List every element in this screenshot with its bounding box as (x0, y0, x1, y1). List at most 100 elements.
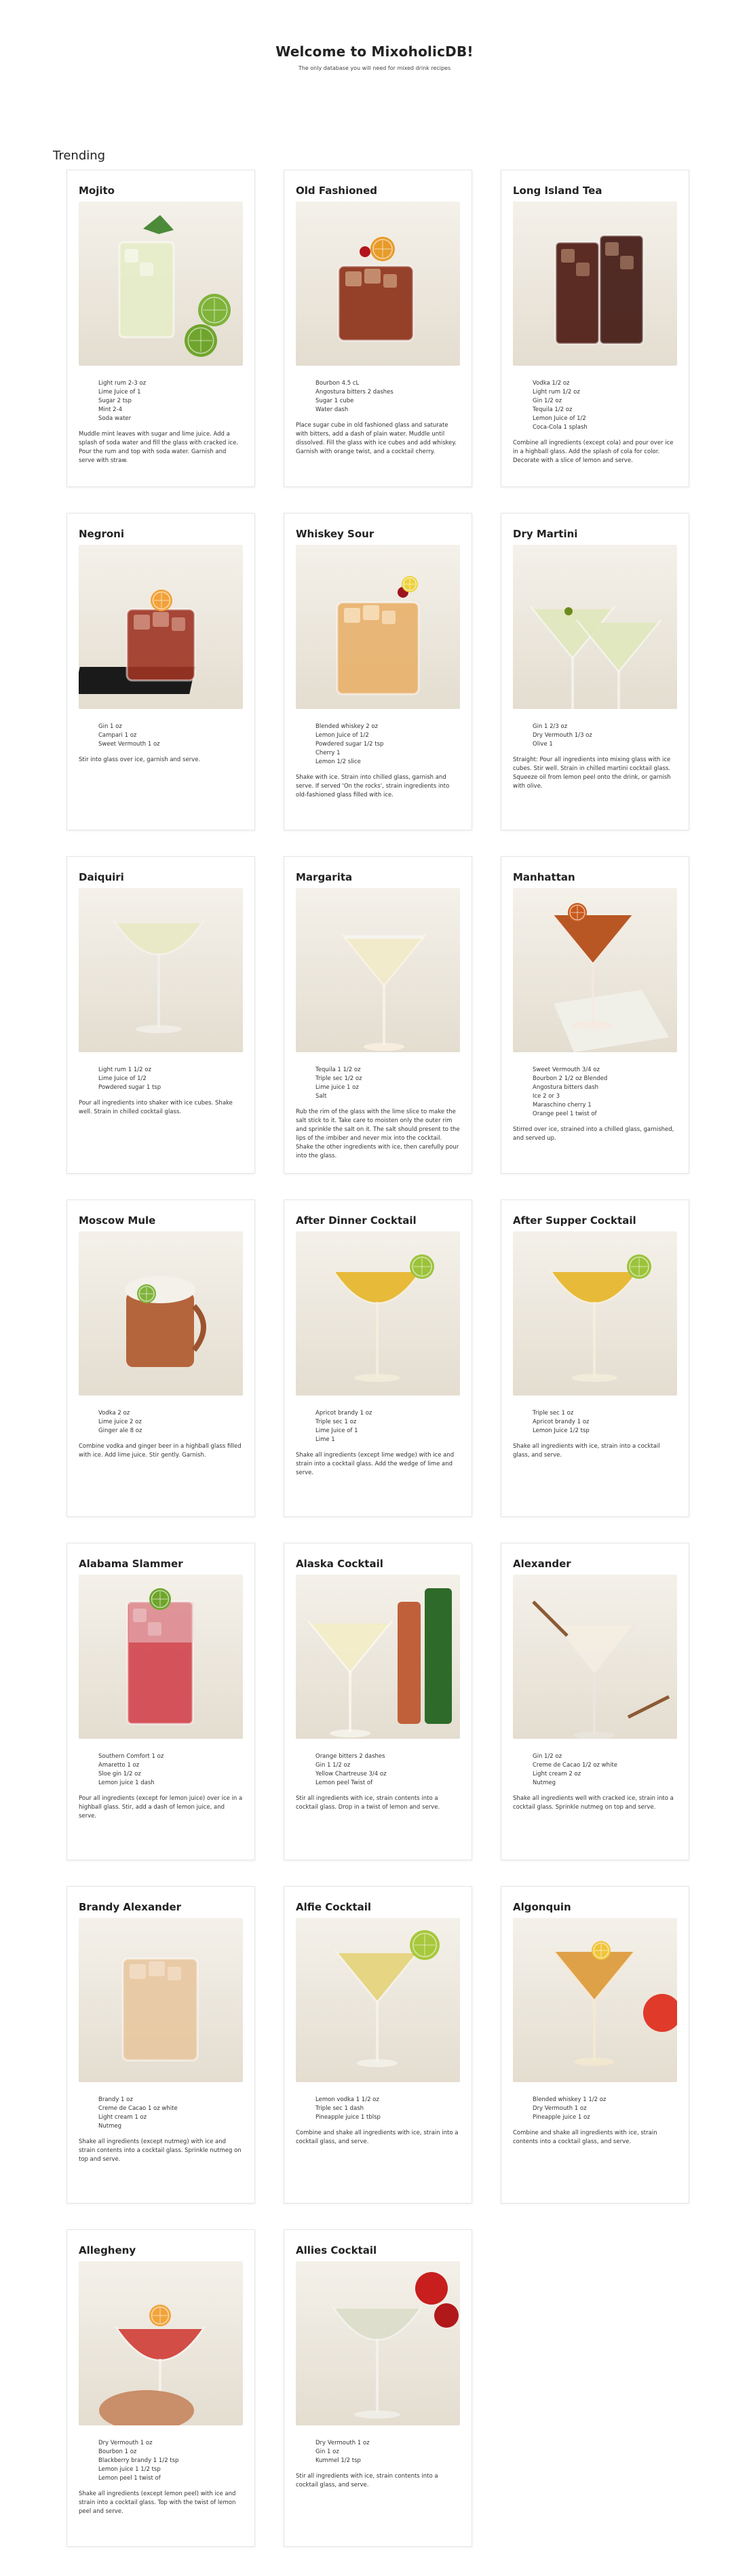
drink-photo[interactable] (296, 1231, 460, 1396)
drink-card[interactable]: Algonquin Blended whiskey 1 1/2 oz Dry Ve… (501, 1886, 689, 2204)
drink-name[interactable]: Alexander (513, 1558, 571, 1570)
ingredient-item: Sloe gin 1/2 oz (98, 1771, 141, 1777)
drink-photo[interactable] (79, 1918, 243, 2082)
ingredient-list: Blended whiskey 1 1/2 oz Dry Vermouth 1 o… (533, 2096, 606, 2122)
drink-name[interactable]: Allegheny (79, 2244, 136, 2256)
drink-photo[interactable] (513, 545, 677, 709)
ingredient-item: Gin 1/2 oz (533, 1753, 562, 1760)
drink-card[interactable]: Manhattan Sweet Vermouth 3/4 oz Bourbon 2… (501, 856, 689, 1174)
ingredient-item: Ice 2 or 3 (533, 1093, 560, 1100)
drink-name[interactable]: Whiskey Sour (296, 528, 374, 540)
ingredient-item: Powdered sugar 1/2 tsp (315, 741, 384, 748)
drink-name[interactable]: Manhattan (513, 871, 575, 883)
ingredient-item: Lemon vodka 1 1/2 oz (315, 2096, 379, 2103)
drink-name[interactable]: Mojito (79, 185, 115, 197)
ingredient-list: Gin 1 2/3 oz Dry Vermouth 1/3 oz Olive 1 (533, 723, 592, 749)
ingredient-item: Nutmeg (98, 2123, 121, 2130)
drink-photo[interactable] (79, 888, 243, 1052)
drink-photo[interactable] (296, 545, 460, 709)
drink-photo[interactable] (513, 1231, 677, 1396)
drink-card[interactable]: Alfie Cocktail Lemon vodka 1 1/2 oz Tripl… (284, 1886, 472, 2204)
drink-photo[interactable] (79, 1231, 243, 1396)
drink-instructions: Shake with ice. Strain into chilled glas… (296, 774, 450, 799)
drink-name[interactable]: Daiquiri (79, 871, 124, 883)
ingredient-item: Amaretto 1 oz (98, 1762, 140, 1769)
ingredient-item: Bourbon 1 oz (98, 2448, 137, 2455)
drink-name[interactable]: Alaska Cocktail (296, 1558, 383, 1570)
drink-name[interactable]: Old Fashioned (296, 185, 377, 197)
ingredient-list: Blended whiskey 2 oz Lemon Juice of 1/2 Po… (315, 723, 383, 767)
drink-card[interactable]: Alabama Slammer Southern Comfort 1 oz Ama… (66, 1543, 255, 1860)
ingredient-item: Dry Vermouth 1 oz (315, 2440, 370, 2446)
drink-photo[interactable] (296, 1575, 460, 1739)
ingredient-item: Light rum 2-3 oz (98, 380, 147, 387)
ingredient-list: Triple sec 1 oz Apricot brandy 1 oz Lemon … (533, 1409, 590, 1436)
drink-card[interactable]: Allegheny Dry Vermouth 1 oz Bourbon 1 oz B… (66, 2229, 255, 2547)
ingredient-item: Vodka 2 oz (98, 1410, 130, 1417)
drink-card[interactable]: Mojito Light rum 2-3 oz Lime Juice of 1 Su… (66, 170, 255, 487)
ingredient-list: Dry Vermouth 1 oz Bourbon 1 oz Blackberry … (98, 2439, 178, 2483)
drink-card[interactable]: After Dinner Cocktail Apricot brandy 1 o… (284, 1199, 472, 1517)
ingredient-item: Soda water (98, 415, 132, 422)
drink-name[interactable]: Moscow Mule (79, 1214, 155, 1227)
ingredient-item: Light cream 1 oz (98, 2114, 147, 2121)
drink-card[interactable]: Alaska Cocktail Orange bitters 2 dashes G… (284, 1543, 472, 1860)
ingredient-item: Yellow Chartreuse 3/4 oz (315, 1771, 387, 1777)
drink-name[interactable]: Brandy Alexander (79, 1901, 181, 1913)
drink-photo[interactable] (296, 201, 460, 366)
drink-name[interactable]: Dry Martini (513, 528, 577, 540)
drink-name[interactable]: Alfie Cocktail (296, 1901, 371, 1913)
drink-card[interactable]: Moscow Mule Vodka 2 oz Lime juice 2 oz Gin… (66, 1199, 255, 1517)
drink-name[interactable]: Negroni (79, 528, 124, 540)
ingredient-item: Lemon Juice 1/2 tsp (533, 1427, 590, 1434)
drink-card[interactable]: After Supper Cocktail Triple sec 1 oz Apr… (501, 1199, 689, 1517)
drink-photo[interactable] (79, 1575, 243, 1739)
drink-photo[interactable] (296, 2261, 460, 2425)
drink-photo[interactable] (513, 888, 677, 1052)
ingredient-item: Lime Juice of 1 (315, 1427, 358, 1434)
drink-photo[interactable] (513, 201, 677, 366)
drink-photo[interactable] (513, 1575, 677, 1739)
drink-card[interactable]: Negroni Gin 1 oz Campari 1 oz Sweet Vermou… (66, 513, 255, 830)
drink-card[interactable]: Alexander Gin 1/2 oz Creme de Cacao 1/2 o… (501, 1543, 689, 1860)
drink-card[interactable]: Whiskey Sour Blended whiskey 2 oz Lemon J… (284, 513, 472, 830)
drink-photo[interactable] (296, 888, 460, 1052)
ingredient-list: Apricot brandy 1 oz Triple sec 1 oz Lime J… (315, 1409, 372, 1444)
drink-name[interactable]: Long Island Tea (513, 185, 602, 197)
ingredient-item: Sugar 1 cube (315, 398, 354, 404)
drink-photo[interactable] (79, 545, 243, 709)
ingredient-item: Powdered sugar 1 tsp (98, 1084, 161, 1091)
site-title: Welcome to MixoholicDB! (275, 43, 474, 60)
drink-instructions: Pour all ingredients (except for lemon j… (79, 1795, 243, 1820)
ingredient-item: Tequila 1/2 oz (533, 406, 573, 413)
ingredient-item: Lime juice 2 oz (98, 1419, 142, 1425)
ingredient-list: Orange bitters 2 dashes Gin 1 1/2 oz Yello… (315, 1752, 387, 1788)
ingredient-item: Apricot brandy 1 oz (315, 1410, 372, 1417)
ingredient-item: Cherry 1 (315, 750, 341, 756)
drink-card[interactable]: Old Fashioned Bourbon 4.5 cL Angostura bi… (284, 170, 472, 487)
drink-instructions: Shake all ingredients well with cracked … (513, 1795, 674, 1811)
drink-name[interactable]: Allies Cocktail (296, 2244, 377, 2256)
drink-card[interactable]: Margarita Tequila 1 1/2 oz Triple sec 1/2… (284, 856, 472, 1174)
drink-card[interactable]: Brandy Alexander Brandy 1 oz Creme de Cac… (66, 1886, 255, 2204)
drink-name[interactable]: After Supper Cocktail (513, 1214, 636, 1227)
drink-card[interactable]: Dry Martini Gin 1 2/3 oz Dry Vermouth 1/3… (501, 513, 689, 830)
drink-instructions: Combine and shake all ingredients with i… (296, 2130, 459, 2145)
drink-photo[interactable] (79, 201, 243, 366)
drink-instructions: Muddle mint leaves with sugar and lime j… (79, 431, 239, 464)
drink-photo[interactable] (79, 2261, 243, 2425)
ingredient-item: Tequila 1 1/2 oz (315, 1066, 361, 1073)
drink-card[interactable]: Daiquiri Light rum 1 1/2 oz Lime Juice of… (66, 856, 255, 1174)
drink-card[interactable]: Long Island Tea Vodka 1/2 oz Light rum 1/… (501, 170, 689, 487)
drink-card[interactable]: Allies Cocktail Dry Vermouth 1 oz Gin 1 o… (284, 2229, 472, 2547)
drink-name[interactable]: Alabama Slammer (79, 1558, 183, 1570)
ingredient-item: Triple sec 1 oz (533, 1410, 574, 1417)
drink-photo[interactable] (296, 1918, 460, 2082)
drink-name[interactable]: After Dinner Cocktail (296, 1214, 417, 1227)
ingredient-list: Gin 1/2 oz Creme de Cacao 1/2 oz white Lig… (533, 1752, 617, 1788)
ingredient-item: Orange bitters 2 dashes (315, 1753, 385, 1760)
drink-name[interactable]: Margarita (296, 871, 352, 883)
drink-photo[interactable] (513, 1918, 677, 2082)
ingredient-item: Blended whiskey 2 oz (315, 723, 379, 730)
drink-name[interactable]: Algonquin (513, 1901, 571, 1913)
